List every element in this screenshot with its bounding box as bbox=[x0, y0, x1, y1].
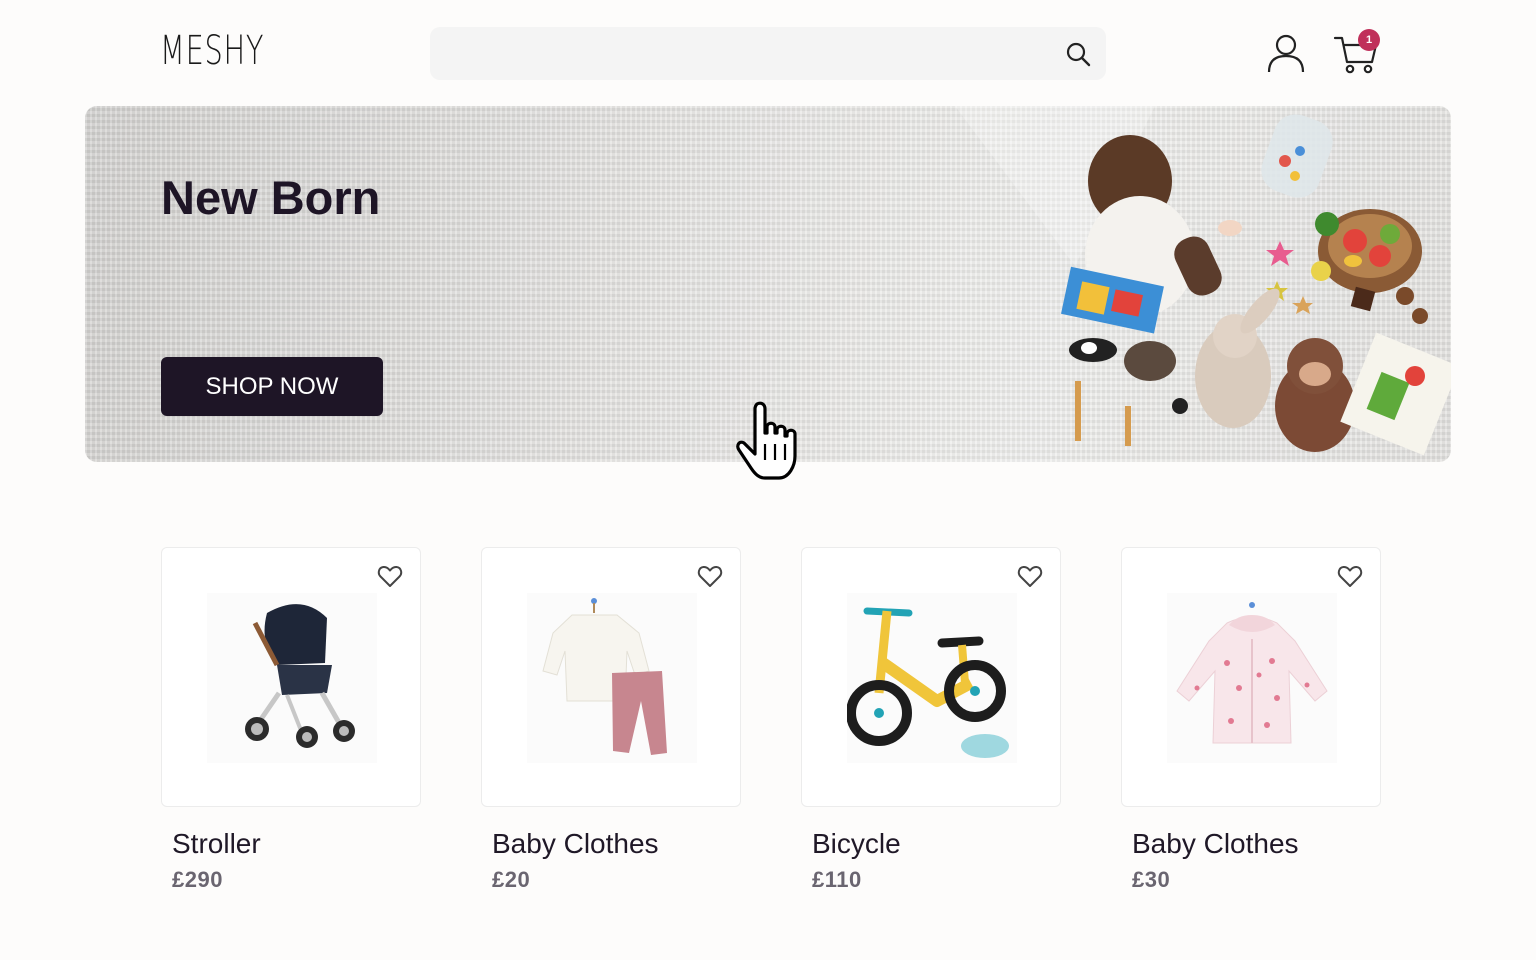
site-logo[interactable]: MESHY bbox=[160, 28, 264, 74]
heart-icon bbox=[377, 565, 403, 587]
baby-outfit-image bbox=[527, 593, 697, 763]
hero-banner: New Born SHOP NOW bbox=[85, 106, 1451, 462]
wishlist-button[interactable] bbox=[1336, 562, 1364, 590]
search-bar bbox=[430, 27, 1106, 80]
product-name[interactable]: Bicycle bbox=[801, 828, 1061, 860]
shop-now-button[interactable]: SHOP NOW bbox=[161, 357, 383, 416]
product-card[interactable] bbox=[1121, 547, 1381, 807]
hero-title: New Born bbox=[161, 171, 381, 224]
product-card[interactable] bbox=[481, 547, 741, 807]
product-card[interactable] bbox=[801, 547, 1061, 807]
hero-baby-toys-image bbox=[955, 106, 1451, 456]
product-name[interactable]: Stroller bbox=[161, 828, 421, 860]
floral-jacket-image bbox=[1167, 593, 1337, 763]
product-price: £30 bbox=[1132, 867, 1171, 892]
search-input[interactable] bbox=[430, 27, 1050, 80]
wishlist-button[interactable] bbox=[696, 562, 724, 590]
user-icon bbox=[1267, 34, 1305, 73]
product-price: £290 bbox=[172, 867, 223, 892]
stroller-image bbox=[207, 593, 377, 763]
heart-icon bbox=[1017, 565, 1043, 587]
product-tile: Stroller £290 bbox=[161, 547, 421, 893]
search-icon bbox=[1066, 42, 1091, 66]
balance-bike-image bbox=[847, 593, 1017, 763]
product-price: £110 bbox=[812, 867, 862, 892]
product-tile: Bicycle £110 bbox=[801, 547, 1061, 893]
wishlist-button[interactable] bbox=[376, 562, 404, 590]
search-button[interactable] bbox=[1050, 27, 1106, 80]
cart-count-badge: 1 bbox=[1358, 29, 1380, 51]
product-tile: Baby Clothes £20 bbox=[481, 547, 741, 893]
heart-icon bbox=[1337, 565, 1363, 587]
product-tile: Baby Clothes £30 bbox=[1121, 547, 1381, 893]
product-card[interactable] bbox=[161, 547, 421, 807]
product-name[interactable]: Baby Clothes bbox=[481, 828, 741, 860]
product-price: £20 bbox=[492, 867, 531, 892]
heart-icon bbox=[697, 565, 723, 587]
account-button[interactable] bbox=[1264, 32, 1308, 76]
product-name[interactable]: Baby Clothes bbox=[1121, 828, 1381, 860]
site-header: MESHY 1 bbox=[0, 0, 1536, 106]
wishlist-button[interactable] bbox=[1016, 562, 1044, 590]
